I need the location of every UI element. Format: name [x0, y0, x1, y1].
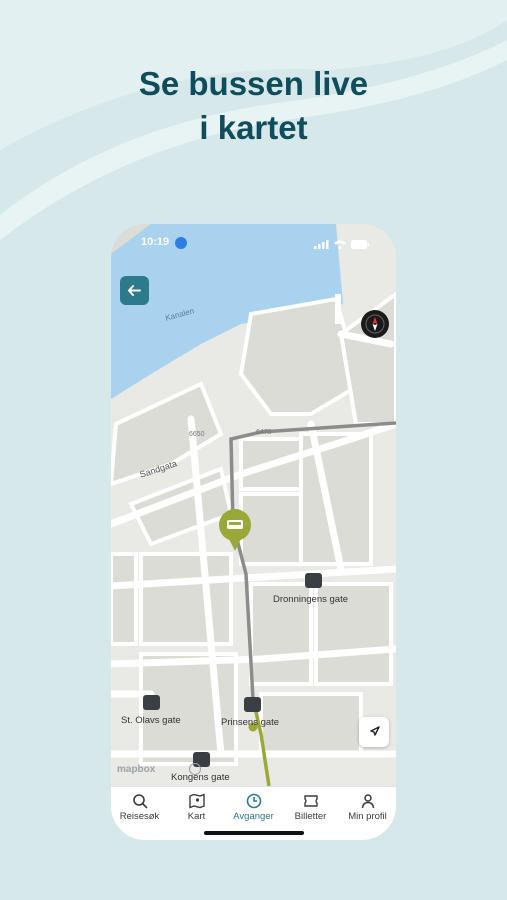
headline-line-2: i kartet: [199, 109, 308, 146]
live-bus-marker[interactable]: [219, 509, 251, 551]
tab-label: Min profil: [348, 811, 387, 822]
locate-me-button[interactable]: [359, 717, 389, 747]
tab-kart[interactable]: Kart: [168, 793, 225, 829]
ticket-icon: [303, 795, 318, 807]
back-button[interactable]: [120, 276, 149, 305]
tab-reisesok[interactable]: Reisesøk: [111, 793, 168, 829]
navigation-arrow-icon: [370, 726, 380, 736]
tab-avganger[interactable]: Avganger: [225, 793, 282, 829]
bus-stop-icon[interactable]: [244, 697, 261, 712]
tab-bar: Reisesøk Kart Avganger Billetter Min pro…: [111, 786, 396, 840]
stop-label[interactable]: St. Olavs gate: [121, 715, 181, 726]
tab-min-profil[interactable]: Min profil: [339, 793, 396, 829]
stop-label[interactable]: Kongens gate: [171, 772, 230, 783]
headline-line-1: Se bussen live: [138, 65, 369, 102]
bus-stop-icon[interactable]: [143, 695, 160, 710]
stop-label[interactable]: Prinsens gate: [221, 717, 279, 728]
headline: Se bussen live i kartet: [0, 62, 507, 150]
status-time: 10:19: [141, 236, 170, 248]
location-services-icon: [175, 237, 187, 249]
route-number-label: 6470: [256, 429, 272, 436]
info-icon[interactable]: [189, 763, 201, 775]
tab-label: Billetter: [294, 811, 327, 822]
tab-billetter[interactable]: Billetter: [282, 793, 339, 829]
tab-label: Kart: [187, 811, 206, 822]
clock-icon: [246, 793, 261, 809]
home-indicator: [204, 831, 304, 835]
route-number-label: 6650: [189, 431, 205, 438]
search-icon: [132, 794, 148, 809]
bus-stop-icon[interactable]: [305, 573, 322, 588]
tab-label: Reisesøk: [119, 811, 160, 822]
phone-frame: 10:19 Kanalen Sandgata 6650 6470 Dronnin…: [111, 224, 396, 840]
person-icon: [361, 794, 374, 809]
arrow-left-icon: [127, 285, 141, 296]
map-icon: [188, 793, 205, 809]
status-bar: 10:19: [111, 236, 396, 252]
compass-icon: [365, 314, 385, 334]
compass-button[interactable]: [361, 310, 389, 338]
stop-label[interactable]: Dronningens gate: [273, 594, 348, 605]
signal-wifi-battery-icon: [314, 240, 369, 249]
tab-label: Avganger: [233, 811, 274, 822]
mapbox-logo: mapbox: [117, 764, 156, 775]
